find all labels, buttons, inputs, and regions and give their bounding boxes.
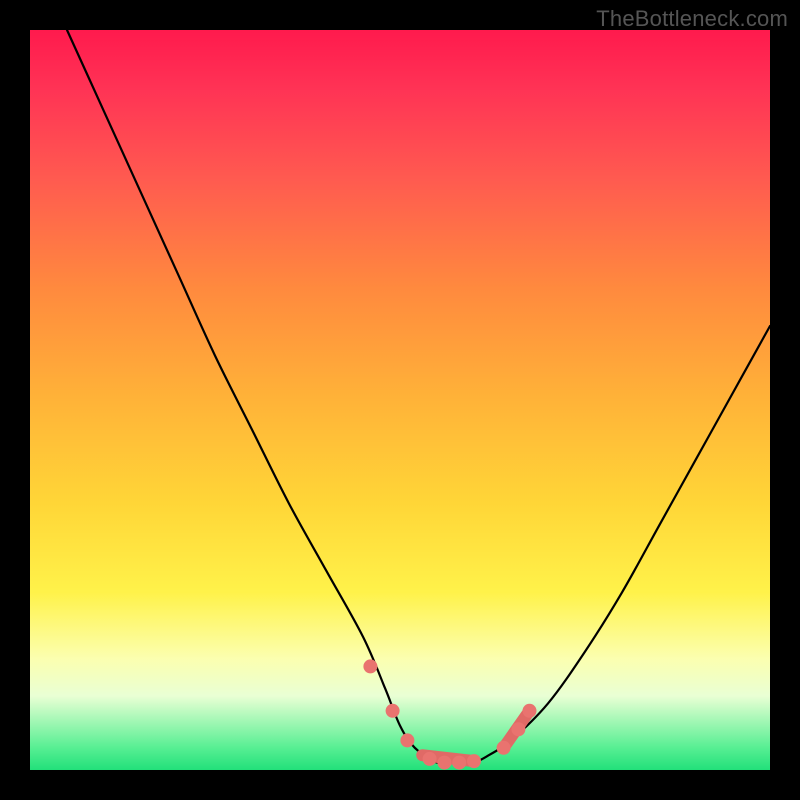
marker-segments (422, 711, 529, 761)
chart-frame: TheBottleneck.com (0, 0, 800, 800)
marker-dot (511, 722, 525, 736)
plot-area (30, 30, 770, 770)
marker-dot (497, 741, 511, 755)
marker-dot (452, 756, 466, 770)
marker-dot (386, 704, 400, 718)
curve-svg (30, 30, 770, 770)
marker-dot (523, 704, 537, 718)
bottleneck-curve (67, 30, 770, 764)
marker-dot (467, 754, 481, 768)
marker-dot (363, 659, 377, 673)
marker-dot (423, 752, 437, 766)
marker-dot (437, 756, 451, 770)
marker-dot (400, 733, 414, 747)
watermark-text: TheBottleneck.com (596, 6, 788, 32)
